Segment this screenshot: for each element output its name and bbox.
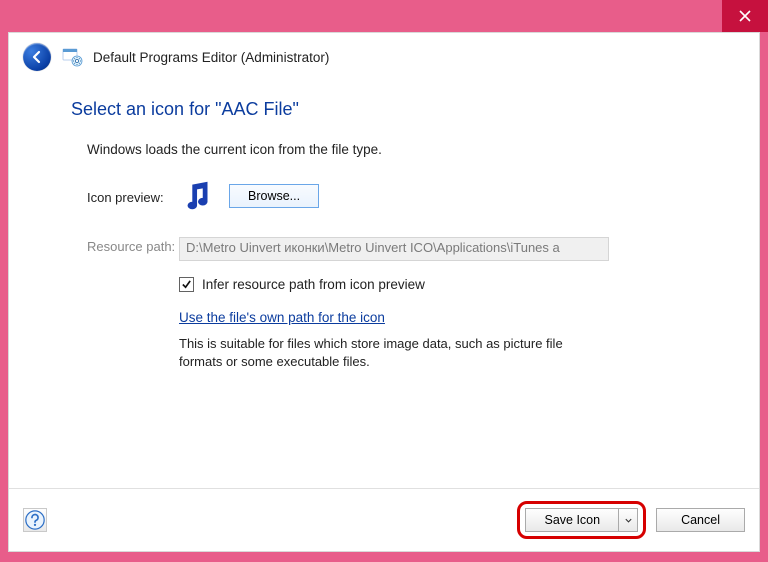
resource-path-row: Resource path: D:\Metro Uinvert иконки\M… — [59, 237, 709, 261]
own-path-desc-row: This is suitable for files which store i… — [59, 335, 709, 370]
page-heading: Select an icon for "AAC File" — [71, 99, 709, 120]
close-button[interactable] — [722, 0, 768, 32]
description-text: Windows loads the current icon from the … — [87, 142, 709, 157]
footer: Save Icon Cancel — [9, 488, 759, 551]
preview-icon — [179, 177, 217, 215]
checkbox-box — [179, 277, 194, 292]
window-chrome: Default Programs Editor (Administrator) … — [8, 32, 760, 552]
use-own-path-link[interactable]: Use the file's own path for the icon — [179, 310, 385, 325]
help-button[interactable] — [23, 508, 47, 532]
save-icon-button[interactable]: Save Icon — [525, 508, 618, 532]
music-note-icon — [179, 177, 217, 215]
close-icon — [739, 10, 751, 22]
infer-checkbox-row: Infer resource path from icon preview — [59, 277, 709, 292]
checkmark-icon — [181, 279, 192, 290]
own-path-link-row: Use the file's own path for the icon — [59, 310, 709, 325]
app-icon — [61, 46, 83, 68]
infer-checkbox[interactable]: Infer resource path from icon preview — [179, 277, 709, 292]
resource-path-input: D:\Metro Uinvert иконки\Metro Uinvert IC… — [179, 237, 609, 261]
resource-path-label: Resource path: — [59, 237, 179, 254]
content-area: Select an icon for "AAC File" Windows lo… — [9, 85, 759, 488]
highlight-ring: Save Icon — [517, 501, 646, 539]
help-icon — [24, 509, 46, 531]
back-button[interactable] — [23, 43, 51, 71]
icon-preview-row: Icon preview: Browse... — [59, 177, 709, 215]
infer-checkbox-label: Infer resource path from icon preview — [202, 277, 425, 292]
browse-button[interactable]: Browse... — [229, 184, 319, 208]
programs-icon — [61, 46, 83, 68]
header: Default Programs Editor (Administrator) — [9, 33, 759, 85]
icon-preview-label: Icon preview: — [59, 188, 179, 205]
chevron-down-icon — [624, 516, 633, 525]
cancel-button[interactable]: Cancel — [656, 508, 745, 532]
back-arrow-icon — [29, 49, 45, 65]
titlebar — [0, 0, 768, 32]
window-title: Default Programs Editor (Administrator) — [93, 50, 329, 65]
own-path-description: This is suitable for files which store i… — [179, 335, 609, 370]
save-icon-dropdown[interactable] — [618, 508, 638, 532]
